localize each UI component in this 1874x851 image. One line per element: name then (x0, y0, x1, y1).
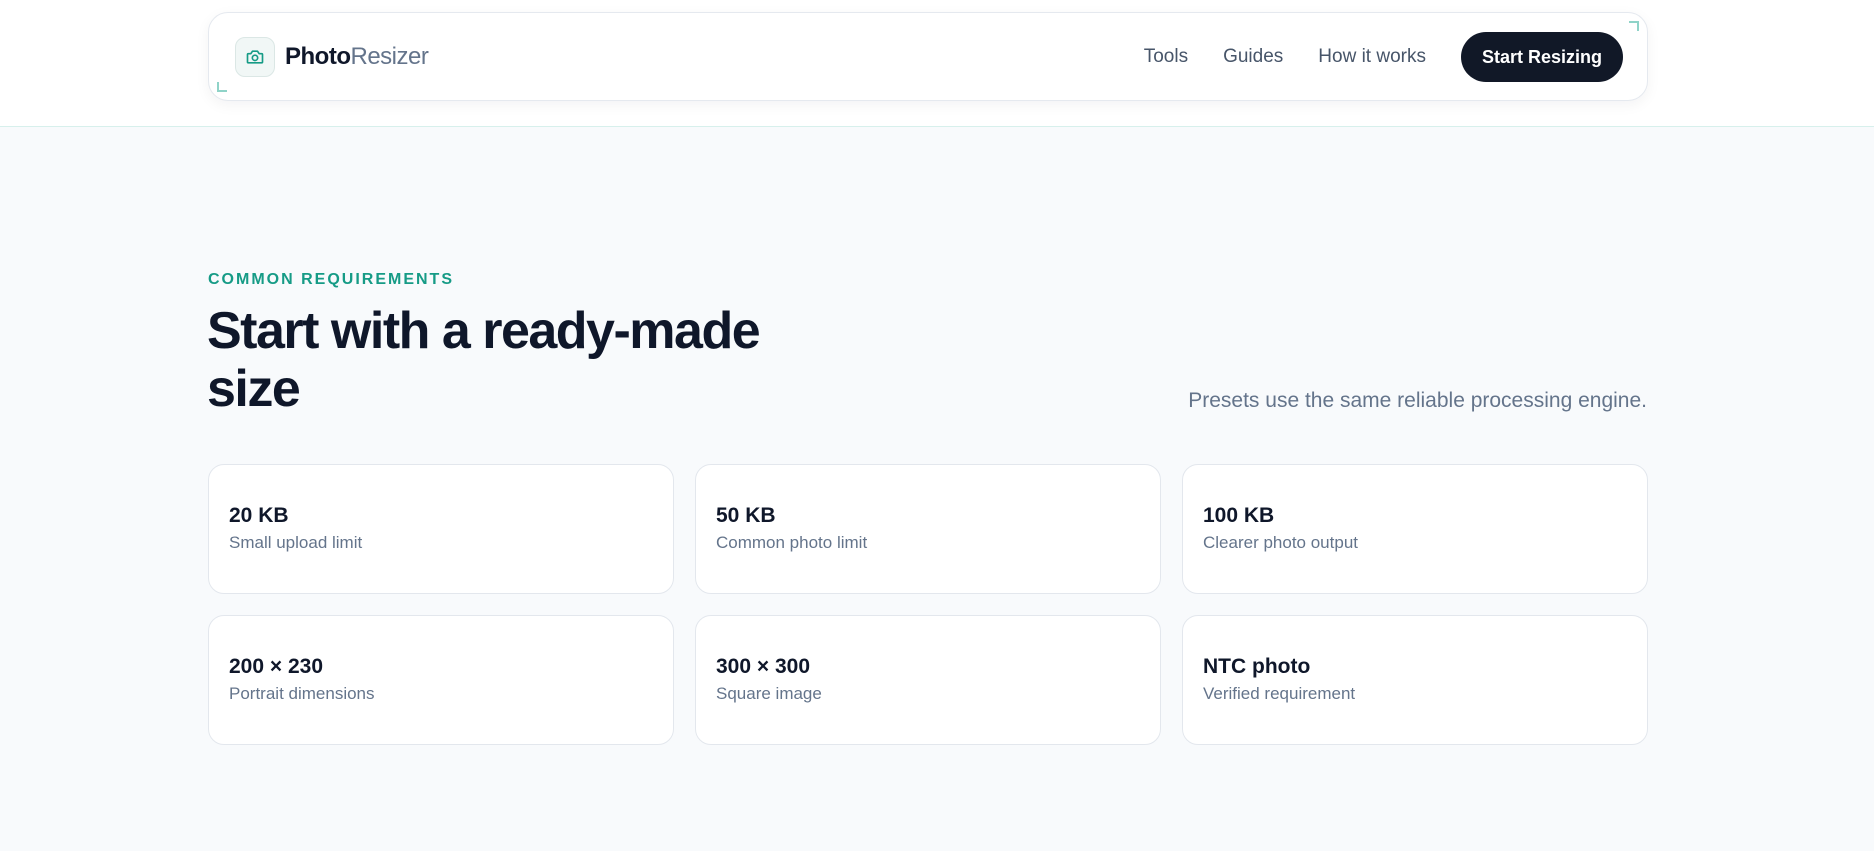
preset-card-50kb[interactable]: 50 KB Common photo limit (695, 464, 1161, 594)
preset-title: 300 × 300 (716, 655, 811, 678)
preset-title: 100 KB (1203, 504, 1275, 527)
brand-logo[interactable]: PhotoResizer (235, 37, 429, 77)
preset-card-20kb[interactable]: 20 KB Small upload limit (208, 464, 674, 594)
corner-accent-top-right (1629, 21, 1639, 31)
preset-subtitle: Small upload limit (229, 533, 363, 552)
preset-subtitle: Square image (716, 684, 822, 703)
preset-title: NTC photo (1203, 655, 1311, 678)
preset-subtitle: Clearer photo output (1203, 533, 1358, 552)
preset-card-100kb[interactable]: 100 KB Clearer photo output (1182, 464, 1648, 594)
brand-name-strong: Photo (285, 43, 351, 70)
brand-name: PhotoResizer (285, 43, 429, 71)
corner-accent-bottom-left (217, 82, 227, 92)
section-heading: Start with a ready-made size (207, 302, 761, 418)
nav-link-guides[interactable]: Guides (1223, 46, 1283, 68)
start-resizing-button[interactable]: Start Resizing (1460, 32, 1623, 82)
navbar: PhotoResizer Tools Guides How it works S… (208, 12, 1648, 101)
section-subtext: Presets use the same reliable processing… (1188, 389, 1647, 412)
preset-title: 20 KB (229, 504, 289, 527)
preset-title: 200 × 230 (229, 655, 324, 678)
preset-subtitle: Common photo limit (716, 533, 868, 552)
brand-name-light: Resizer (350, 43, 429, 70)
preset-card-ntc-photo[interactable]: NTC photo Verified requirement (1182, 615, 1648, 745)
camera-icon (235, 37, 275, 77)
preset-title: 50 KB (716, 504, 776, 527)
nav-link-tools[interactable]: Tools (1144, 46, 1188, 68)
preset-card-200x230[interactable]: 200 × 230 Portrait dimensions (208, 615, 674, 745)
nav-link-how-it-works[interactable]: How it works (1318, 46, 1426, 68)
nav-links: Tools Guides How it works Start Resizing (1144, 32, 1623, 82)
preset-card-300x300[interactable]: 300 × 300 Square image (695, 615, 1161, 745)
preset-subtitle: Portrait dimensions (229, 684, 375, 703)
section-eyebrow: COMMON REQUIREMENTS (208, 271, 454, 288)
preset-subtitle: Verified requirement (1203, 684, 1356, 703)
preset-grid: 20 KB Small upload limit 50 KB Common ph… (208, 464, 1648, 745)
